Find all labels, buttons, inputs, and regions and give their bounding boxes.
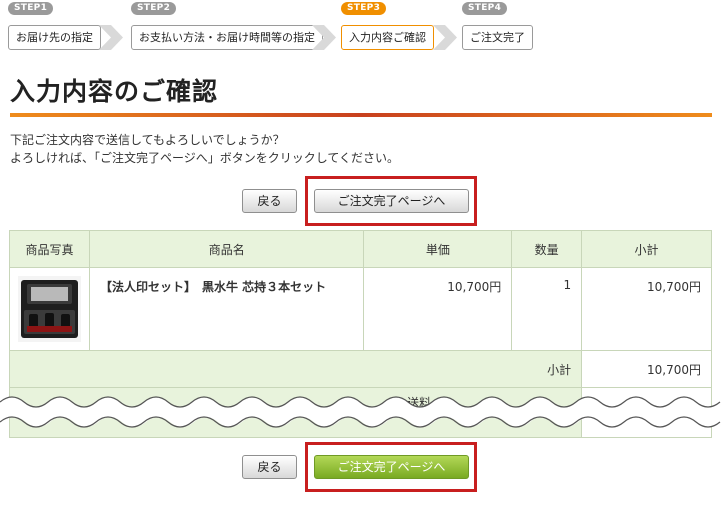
step-4-label: ご注文完了 bbox=[462, 25, 533, 50]
back-button-bottom[interactable]: 戻る bbox=[242, 455, 297, 479]
complete-order-button-bottom[interactable]: ご注文完了ページへ bbox=[314, 455, 469, 479]
step-1-label: お届け先の指定 bbox=[8, 25, 101, 50]
subtotal-value: 10,700円 bbox=[581, 350, 712, 388]
product-photo-cell bbox=[9, 267, 90, 351]
unit-price: 10,700円 bbox=[363, 267, 513, 351]
quantity: 1 bbox=[511, 267, 583, 351]
step-3-tag: STEP3 bbox=[341, 2, 387, 15]
table-row: 【法人印セット】 黒水牛 芯持３本セット 10,700円 1 10,700円 bbox=[9, 267, 712, 351]
back-button-top[interactable]: 戻る bbox=[242, 189, 297, 213]
step-1-tag: STEP1 bbox=[8, 2, 54, 15]
product-name: 【法人印セット】 黒水牛 芯持３本セット bbox=[88, 267, 365, 351]
header-photo: 商品写真 bbox=[9, 230, 90, 268]
content-break-wave bbox=[0, 396, 722, 428]
confirmation-line-1: 下記ご注文内容で送信してもよろしいでしょうか？ bbox=[10, 133, 285, 147]
header-unit-price: 単価 bbox=[363, 230, 513, 268]
page-title: 入力内容のご確認 bbox=[10, 77, 219, 106]
chevron-right-icon bbox=[433, 25, 457, 50]
chevron-right-icon bbox=[99, 25, 123, 50]
subtotal-row: 小計 10,700円 bbox=[8, 350, 712, 388]
step-2-tag: STEP2 bbox=[131, 2, 177, 15]
complete-order-button-top[interactable]: ご注文完了ページへ bbox=[314, 189, 469, 213]
confirmation-line-2: よろしければ、「ご注文完了ページへ」ボタンをクリックしてください。 bbox=[10, 151, 400, 165]
header-quantity: 数量 bbox=[511, 230, 583, 268]
step-2-label: お支払い方法・お届け時間等の指定 bbox=[131, 25, 323, 50]
header-name: 商品名 bbox=[88, 230, 365, 268]
step-3-label: 入力内容ご確認 bbox=[341, 25, 434, 50]
checkout-steps: STEP1 お届け先の指定 STEP2 お支払い方法・お届け時間等の指定 STE… bbox=[0, 0, 722, 56]
chevron-right-icon bbox=[312, 25, 336, 50]
product-image bbox=[18, 276, 81, 342]
table-header-row: 商品写真 商品名 単価 数量 小計 bbox=[9, 230, 712, 268]
line-subtotal: 10,700円 bbox=[581, 267, 712, 351]
confirmation-message: 下記ご注文内容で送信してもよろしいでしょうか？ よろしければ、「ご注文完了ページ… bbox=[10, 131, 399, 167]
title-divider bbox=[10, 113, 712, 117]
header-subtotal: 小計 bbox=[581, 230, 712, 268]
step-4-tag: STEP4 bbox=[462, 2, 508, 15]
subtotal-label: 小計 bbox=[8, 350, 583, 388]
